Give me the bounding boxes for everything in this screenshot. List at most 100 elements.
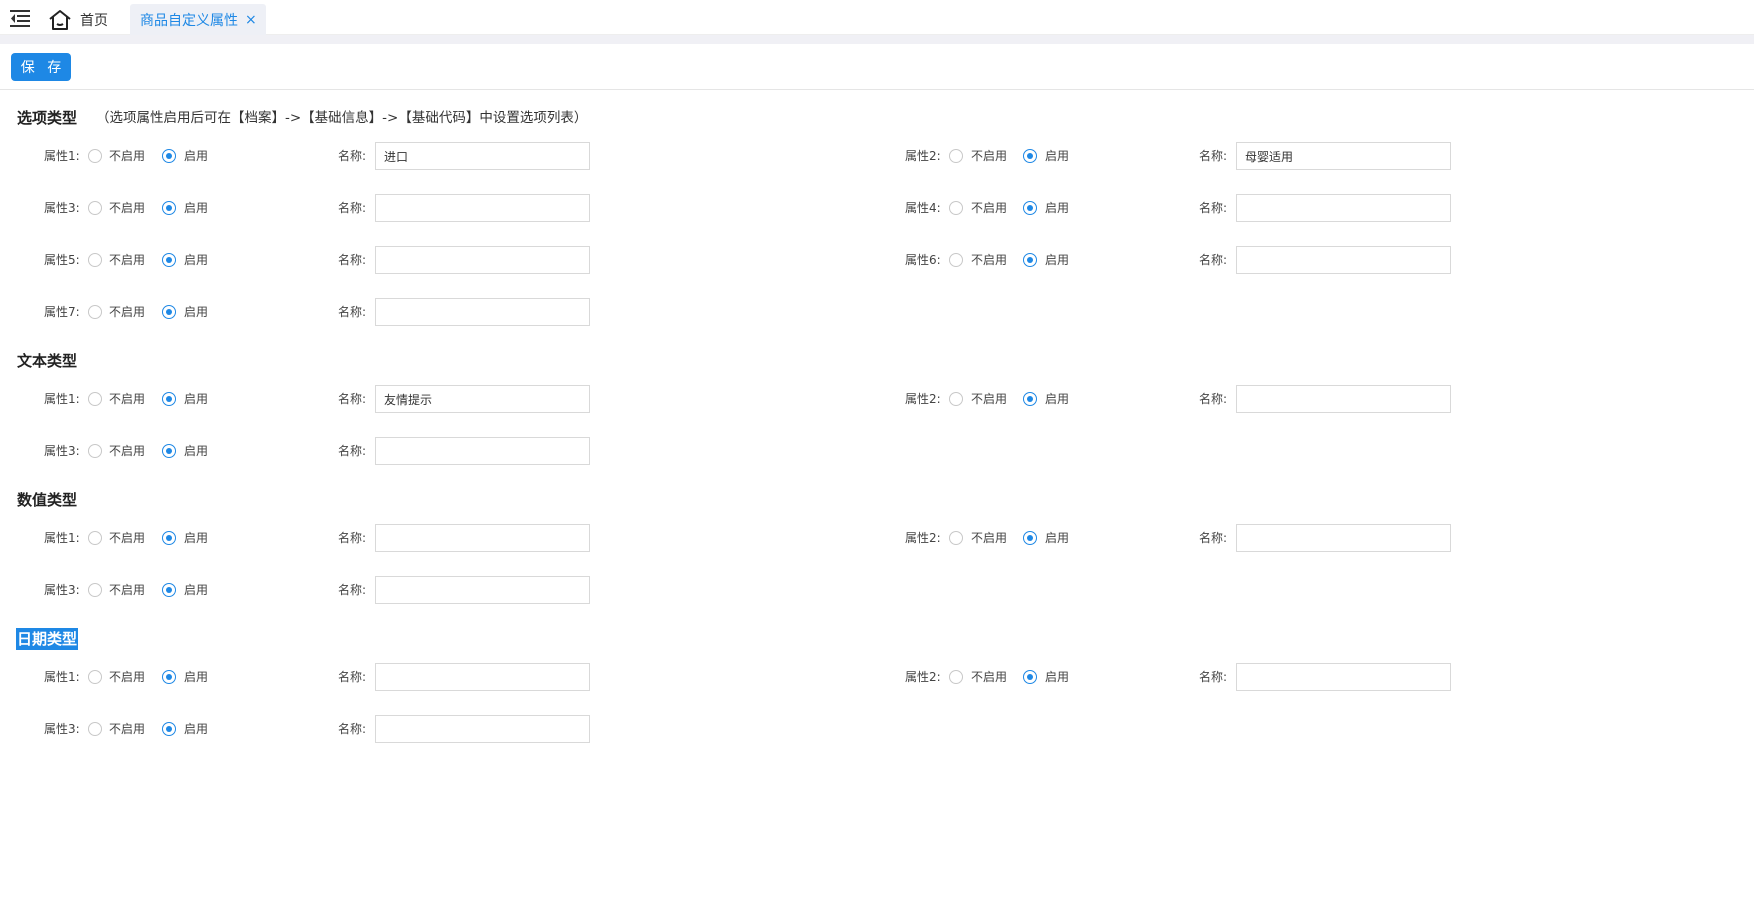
number-prop-3-radio-off-label[interactable]: 不启用 bbox=[109, 583, 145, 597]
option-prop-4-radio-on-label[interactable]: 启用 bbox=[1045, 201, 1069, 215]
date-prop-1-radio-off-label[interactable]: 不启用 bbox=[109, 670, 145, 684]
number-prop-1-radio-off-label[interactable]: 不启用 bbox=[109, 531, 145, 545]
number-prop-1-label: 属性1: bbox=[44, 531, 80, 545]
date-prop-1-radio-on[interactable] bbox=[162, 670, 176, 684]
option-prop-3-radio-on-label[interactable]: 启用 bbox=[184, 201, 208, 215]
date-prop-1-name-input[interactable] bbox=[375, 663, 590, 691]
option-prop-6-radio-off-label[interactable]: 不启用 bbox=[971, 253, 1007, 267]
date-prop-3-radio-on[interactable] bbox=[162, 722, 176, 736]
date-prop-2-radio-off-label[interactable]: 不启用 bbox=[971, 670, 1007, 684]
text-prop-2-label: 属性2: bbox=[905, 392, 941, 406]
option-prop-7-radio-on-label[interactable]: 启用 bbox=[184, 305, 208, 319]
option-prop-2-radio-on[interactable] bbox=[1023, 149, 1037, 163]
text-prop-2-radio-off-label[interactable]: 不启用 bbox=[971, 392, 1007, 406]
option-prop-5-name-input[interactable] bbox=[375, 246, 590, 274]
option-prop-3-label: 属性3: bbox=[44, 201, 80, 215]
number-prop-1-radio-on[interactable] bbox=[162, 531, 176, 545]
option-prop-7-radio-off-label[interactable]: 不启用 bbox=[109, 305, 145, 319]
option-prop-4-name-input[interactable] bbox=[1236, 194, 1451, 222]
menu-collapse-icon[interactable] bbox=[10, 9, 30, 27]
text-prop-1-radio-on-label[interactable]: 启用 bbox=[184, 392, 208, 406]
option-prop-5-radio-on-label[interactable]: 启用 bbox=[184, 253, 208, 267]
option-prop-1-radio-off-label[interactable]: 不启用 bbox=[109, 149, 145, 163]
option-prop-3-radio-on[interactable] bbox=[162, 201, 176, 215]
option-prop-7-name-label: 名称: bbox=[338, 305, 367, 319]
text-prop-3-radio-off[interactable] bbox=[88, 444, 102, 458]
option-prop-5-radio-off-label[interactable]: 不启用 bbox=[109, 253, 145, 267]
date-prop-1-label: 属性1: bbox=[44, 670, 80, 684]
option-prop-2-radio-off-label[interactable]: 不启用 bbox=[971, 149, 1007, 163]
option-prop-4-radio-off-label[interactable]: 不启用 bbox=[971, 201, 1007, 215]
text-prop-1-radio-on[interactable] bbox=[162, 392, 176, 406]
home-icon bbox=[49, 9, 71, 30]
tab-home[interactable]: 首页 bbox=[48, 4, 108, 35]
option-prop-3-radio-off[interactable] bbox=[88, 201, 102, 215]
section-title-date: 日期类型 bbox=[16, 628, 79, 650]
number-prop-1-name-input[interactable] bbox=[375, 524, 590, 552]
date-prop-2-radio-off[interactable] bbox=[949, 670, 963, 684]
option-prop-5-radio-on[interactable] bbox=[162, 253, 176, 267]
tab-bar: 首页 商品自定义属性 × bbox=[0, 0, 1754, 35]
option-prop-1-name-input[interactable] bbox=[375, 142, 590, 170]
option-prop-7-radio-on[interactable] bbox=[162, 305, 176, 319]
number-prop-3-name-input[interactable] bbox=[375, 576, 590, 604]
date-prop-3-radio-on-label[interactable]: 启用 bbox=[184, 722, 208, 736]
number-prop-1-radio-on-label[interactable]: 启用 bbox=[184, 531, 208, 545]
option-prop-6-radio-on[interactable] bbox=[1023, 253, 1037, 267]
date-prop-2-radio-on[interactable] bbox=[1023, 670, 1037, 684]
number-prop-2-radio-on[interactable] bbox=[1023, 531, 1037, 545]
save-button[interactable]: 保 存 bbox=[11, 53, 71, 81]
date-prop-3-radio-off-label[interactable]: 不启用 bbox=[109, 722, 145, 736]
option-prop-2-label: 属性2: bbox=[905, 149, 941, 163]
text-prop-3-radio-on[interactable] bbox=[162, 444, 176, 458]
number-prop-2-radio-off[interactable] bbox=[949, 531, 963, 545]
text-prop-2-radio-on[interactable] bbox=[1023, 392, 1037, 406]
text-prop-2-name-input[interactable] bbox=[1236, 385, 1451, 413]
date-prop-2-name-label: 名称: bbox=[1199, 670, 1228, 684]
number-prop-3-radio-on-label[interactable]: 启用 bbox=[184, 583, 208, 597]
number-prop-2-radio-on-label[interactable]: 启用 bbox=[1045, 531, 1069, 545]
option-prop-6-radio-off[interactable] bbox=[949, 253, 963, 267]
number-prop-2-name-input[interactable] bbox=[1236, 524, 1451, 552]
number-prop-2-radio-off-label[interactable]: 不启用 bbox=[971, 531, 1007, 545]
text-prop-1-name-input[interactable] bbox=[375, 385, 590, 413]
text-prop-3-radio-on-label[interactable]: 启用 bbox=[184, 444, 208, 458]
option-prop-6-radio-on-label[interactable]: 启用 bbox=[1045, 253, 1069, 267]
date-prop-2-label: 属性2: bbox=[905, 670, 941, 684]
tab-product-custom-attributes[interactable]: 商品自定义属性 × bbox=[130, 4, 266, 35]
option-prop-2-radio-on-label[interactable]: 启用 bbox=[1045, 149, 1069, 163]
text-prop-2-radio-off[interactable] bbox=[949, 392, 963, 406]
option-prop-2-radio-off[interactable] bbox=[949, 149, 963, 163]
date-prop-2-radio-on-label[interactable]: 启用 bbox=[1045, 670, 1069, 684]
option-prop-1-radio-off[interactable] bbox=[88, 149, 102, 163]
text-prop-3-radio-off-label[interactable]: 不启用 bbox=[109, 444, 145, 458]
text-prop-1-radio-off-label[interactable]: 不启用 bbox=[109, 392, 145, 406]
date-prop-1-radio-off[interactable] bbox=[88, 670, 102, 684]
date-prop-3-label: 属性3: bbox=[44, 722, 80, 736]
date-prop-3-radio-off[interactable] bbox=[88, 722, 102, 736]
close-icon[interactable]: × bbox=[245, 12, 257, 28]
option-prop-4-radio-on[interactable] bbox=[1023, 201, 1037, 215]
option-prop-7-radio-off[interactable] bbox=[88, 305, 102, 319]
section-title-text: 文本类型 bbox=[17, 352, 78, 370]
date-prop-1-radio-on-label[interactable]: 启用 bbox=[184, 670, 208, 684]
option-prop-4-radio-off[interactable] bbox=[949, 201, 963, 215]
text-prop-3-name-input[interactable] bbox=[375, 437, 590, 465]
option-prop-2-name-input[interactable] bbox=[1236, 142, 1451, 170]
date-prop-2-name-input[interactable] bbox=[1236, 663, 1451, 691]
option-prop-6-name-input[interactable] bbox=[1236, 246, 1451, 274]
text-prop-1-name-label: 名称: bbox=[338, 392, 367, 406]
option-prop-3-name-input[interactable] bbox=[375, 194, 590, 222]
number-prop-3-radio-on[interactable] bbox=[162, 583, 176, 597]
option-prop-1-radio-on[interactable] bbox=[162, 149, 176, 163]
text-prop-1-radio-off[interactable] bbox=[88, 392, 102, 406]
text-prop-2-radio-on-label[interactable]: 启用 bbox=[1045, 392, 1069, 406]
option-prop-7-name-input[interactable] bbox=[375, 298, 590, 326]
option-prop-1-radio-on-label[interactable]: 启用 bbox=[184, 149, 208, 163]
number-prop-1-radio-off[interactable] bbox=[88, 531, 102, 545]
option-prop-5-radio-off[interactable] bbox=[88, 253, 102, 267]
tab-active-label: 商品自定义属性 bbox=[140, 12, 238, 29]
date-prop-3-name-input[interactable] bbox=[375, 715, 590, 743]
option-prop-3-radio-off-label[interactable]: 不启用 bbox=[109, 201, 145, 215]
number-prop-3-radio-off[interactable] bbox=[88, 583, 102, 597]
